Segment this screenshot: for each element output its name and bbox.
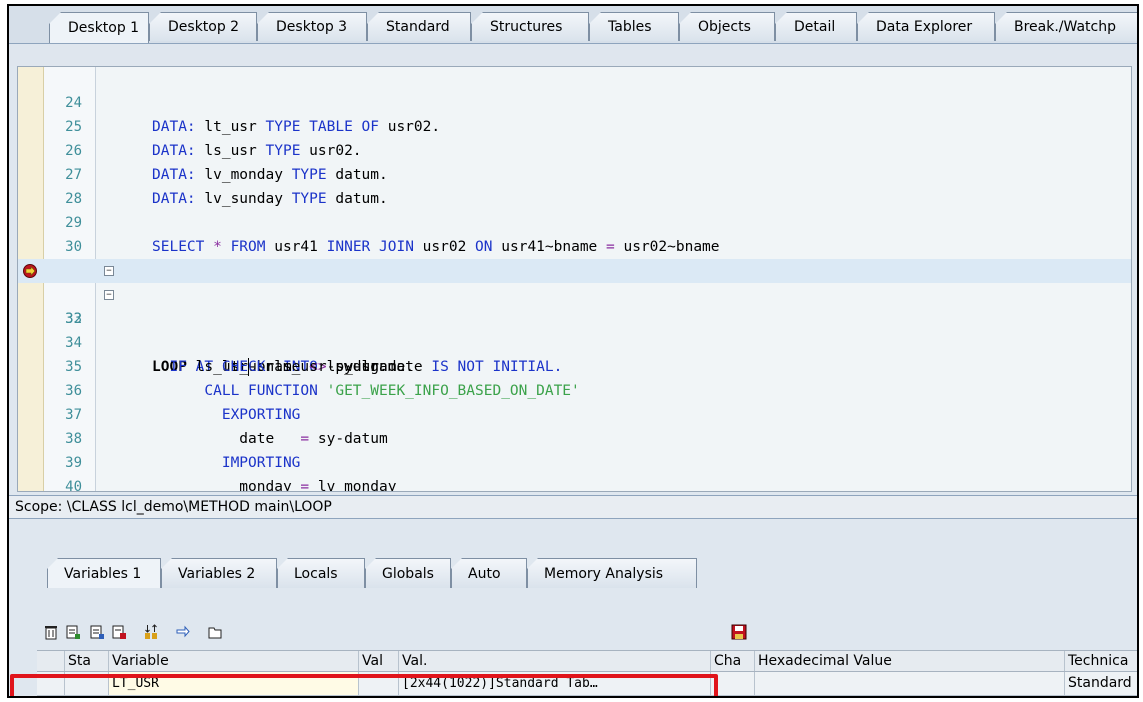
code-line: 39 monday = lv_monday (18, 427, 1131, 491)
tab-label: Desktop 2 (168, 19, 240, 35)
tab-label: Globals (382, 565, 434, 582)
tab-variables-1[interactable]: Variables 1 (47, 558, 161, 588)
tab-standard[interactable]: Standard (367, 12, 471, 41)
header-technical[interactable]: Technica (1065, 651, 1137, 671)
header-value[interactable]: Val. (399, 651, 711, 671)
header-variable[interactable]: Variable (109, 651, 359, 671)
header-cha[interactable]: Cha (711, 651, 755, 671)
code-line: 37 date = sy-datum (18, 379, 1131, 447)
tab-label: Desktop 3 (276, 19, 348, 35)
source-code-editor[interactable]: 24 DATA: lt_usr TYPE TABLE OF usr02. 25 … (17, 66, 1132, 492)
code-line: 38 IMPORTING (18, 403, 1131, 471)
tab-label: Tables (608, 19, 652, 35)
desktop-tab-bar: Desktop 1 Desktop 2 Desktop 3 Standard S… (9, 6, 1137, 44)
tab-breakpoints-watchpoints[interactable]: Break./Watchp (995, 12, 1137, 41)
tab-label: Locals (294, 565, 338, 582)
tab-tables[interactable]: Tables (589, 12, 679, 41)
transfer-icon[interactable] (175, 624, 191, 640)
code-line: 36 EXPORTING (18, 355, 1131, 423)
append-row-icon[interactable] (89, 624, 105, 640)
row-hex-value (755, 672, 1065, 695)
code-line: 26 DATA: lv_monday TYPE datum. (18, 115, 1131, 183)
header-hex-value[interactable]: Hexadecimal Value (755, 651, 1065, 671)
tab-data-explorer[interactable]: Data Explorer (857, 12, 995, 41)
code-line: 35 CALL FUNCTION 'GET_WEEK_INFO_BASED_ON… (18, 331, 1131, 399)
tab-label: Standard (386, 19, 450, 35)
tab-objects[interactable]: Objects (679, 12, 775, 41)
tab-label: Variables 1 (64, 565, 142, 582)
tab-label: Auto (468, 565, 501, 582)
variables-panel: Variables 1 Variables 2 Locals Globals A… (9, 520, 1137, 696)
code-line: 30 APPENDING CORRESPONDING FIELDS OF TAB… (18, 211, 1131, 279)
header-val-short[interactable]: Val (359, 651, 399, 671)
code-line: 27 DATA: lv_sunday TYPE datum. (18, 139, 1131, 207)
tab-desktop-2[interactable]: Desktop 2 (149, 12, 257, 41)
annotation-highlight-box (10, 674, 718, 696)
tab-desktop-3[interactable]: Desktop 3 (257, 12, 367, 41)
tab-memory-analysis[interactable]: Memory Analysis (527, 558, 697, 588)
sort-icon[interactable] (143, 624, 159, 640)
insert-row-icon[interactable] (65, 624, 81, 640)
table-header: Sta Variable Val Val. Cha Hexadecimal Va… (37, 650, 1137, 672)
tab-label: Variables 2 (178, 565, 256, 582)
tab-label: Break./Watchp (1014, 19, 1116, 35)
tab-label: Desktop 1 (68, 20, 140, 36)
delete-row-icon[interactable] (111, 624, 127, 640)
tab-label: Objects (698, 19, 751, 35)
fold-toggle-icon[interactable]: − (104, 290, 114, 300)
code-line: 28 (18, 163, 1131, 207)
debugger-window: Desktop 1 Desktop 2 Desktop 3 Standard S… (7, 4, 1139, 698)
tab-label: Structures (490, 19, 563, 35)
delete-icon[interactable] (43, 624, 59, 640)
code-line: 29 SELECT * FROM usr41 INNER JOIN usr02 … (18, 187, 1131, 255)
folder-icon[interactable] (207, 624, 223, 640)
current-code-line: 32 − LOOP AT lt_usr INTO ls_usr. (18, 259, 1131, 376)
code-line: 25 DATA: ls_usr TYPE usr02. (18, 91, 1131, 159)
code-line: 34 CHECK ls_usr-pwdlgndate IS NOT INITIA… (18, 307, 1131, 375)
tab-label: Data Explorer (876, 19, 973, 35)
tab-detail[interactable]: Detail (775, 12, 857, 41)
code-line: 40 sunday = lv_sunday. (18, 451, 1131, 491)
code-line: 31 (18, 235, 1131, 279)
code-line: 24 DATA: lt_usr TYPE TABLE OF usr02. (18, 67, 1131, 135)
code-line: 41 (18, 475, 1131, 491)
code-line: 33 − IF ls_usr-bname <> sy-uname. (18, 283, 1131, 375)
save-icon[interactable] (731, 624, 747, 640)
fold-toggle-icon[interactable]: − (104, 266, 114, 276)
tab-structures[interactable]: Structures (471, 12, 589, 41)
row-technical-type: Standard (1068, 675, 1132, 691)
tab-locals[interactable]: Locals (277, 558, 365, 588)
tab-globals[interactable]: Globals (365, 558, 451, 588)
tab-desktop-1[interactable]: Desktop 1 (49, 12, 149, 43)
tab-variables-2[interactable]: Variables 2 (161, 558, 277, 588)
header-select[interactable] (37, 651, 65, 671)
breakpoint-arrow-icon[interactable] (22, 263, 38, 279)
tab-label: Memory Analysis (544, 565, 664, 582)
tab-strip-band (9, 44, 1137, 66)
tab-label: Detail (794, 19, 836, 35)
header-status[interactable]: Sta (65, 651, 109, 671)
tab-auto[interactable]: Auto (451, 558, 527, 588)
scope-bar: Scope: \CLASS lcl_demo\METHOD main\LOOP (9, 495, 1137, 519)
